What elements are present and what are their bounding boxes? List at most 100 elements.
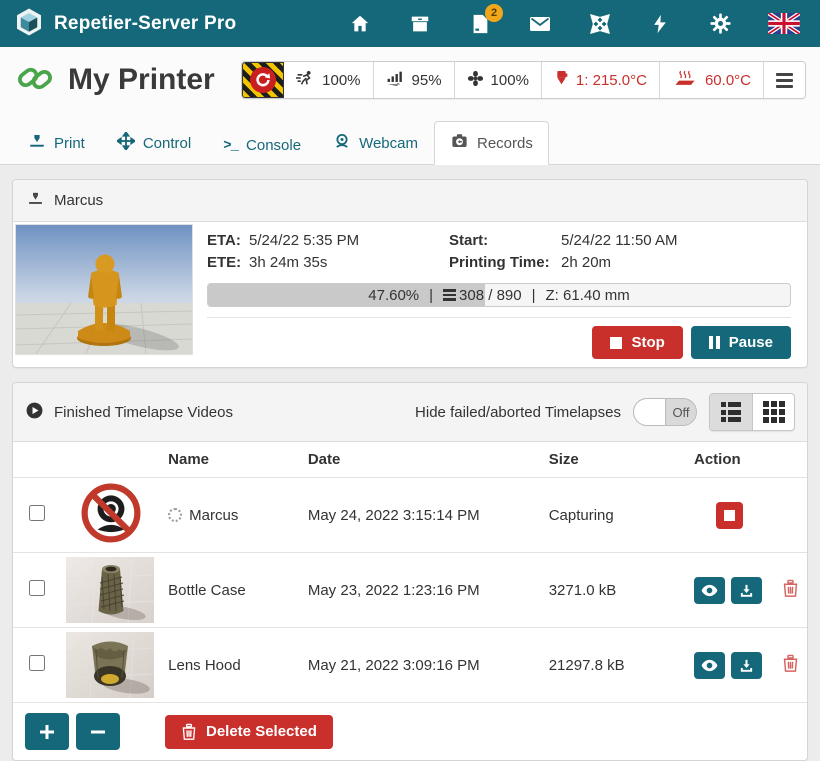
trash-icon — [782, 654, 799, 673]
date-column-header: Date — [302, 442, 543, 478]
flow-icon — [386, 70, 405, 90]
fan-button[interactable]: 100% — [455, 62, 542, 98]
tab-print[interactable]: Print — [12, 121, 101, 165]
thumb-column-header — [60, 442, 162, 478]
emergency-stop-icon — [250, 67, 276, 93]
top-navbar: Repetier-Server Pro 2 — [0, 0, 820, 47]
print-progress-text: 47.60% | 308 / 890 | Z: 61.40 mm — [208, 284, 790, 306]
tab-webcam[interactable]: Webcam — [317, 121, 434, 165]
flow-multiplier-button[interactable]: 95% — [374, 62, 455, 98]
pause-print-button[interactable]: Pause — [691, 326, 791, 359]
download-icon — [739, 583, 754, 598]
download-video-button[interactable] — [731, 577, 762, 604]
messages-icon[interactable] — [528, 12, 552, 36]
layers-icon — [443, 289, 456, 301]
delete-video-button[interactable] — [780, 652, 801, 678]
delete-selected-label: Delete Selected — [206, 723, 317, 740]
name-column-header: Name — [162, 442, 302, 478]
bed-temp-button[interactable]: 60.0°C — [660, 62, 764, 98]
video-thumbnail[interactable] — [66, 557, 154, 623]
video-name: Lens Hood — [168, 657, 241, 674]
select-all-button[interactable] — [25, 713, 69, 750]
expand-icon[interactable] — [588, 12, 612, 36]
tab-console[interactable]: >_ Console — [207, 126, 317, 165]
print-stats: ETA: 5/24/22 5:35 PM Start: 5/24/22 11:5… — [207, 232, 791, 271]
stop-recording-button[interactable] — [716, 502, 743, 529]
table-header-row: Name Date Size Action — [13, 442, 807, 478]
video-thumbnail[interactable] — [66, 632, 154, 698]
plus-icon — [39, 724, 55, 740]
records-tab-icon — [450, 132, 469, 154]
eta-value: 5/24/22 5:35 PM — [249, 232, 449, 249]
deselect-all-button[interactable] — [76, 713, 120, 750]
heated-bed-icon — [672, 69, 698, 91]
video-size: 3271.0 kB — [543, 553, 688, 628]
list-view-button[interactable] — [710, 394, 752, 430]
progress-z: Z: 61.40 mm — [546, 287, 630, 304]
fan-icon — [467, 70, 484, 91]
hide-failed-toggle[interactable]: Off — [633, 398, 697, 426]
tab-control-label: Control — [143, 135, 191, 152]
capturing-spinner-icon — [168, 508, 182, 522]
printer-menu-button[interactable] — [764, 62, 805, 98]
eye-icon — [701, 659, 718, 672]
view-video-button[interactable] — [694, 577, 725, 604]
app-title: Repetier-Server Pro — [54, 13, 236, 35]
extruder-icon — [554, 70, 569, 91]
trash-icon — [782, 579, 799, 598]
timelapse-table: Name Date Size Action — [13, 442, 807, 703]
row-checkbox[interactable] — [29, 655, 45, 671]
grid-view-button[interactable] — [752, 394, 794, 430]
current-print-body: ETA: 5/24/22 5:35 PM Start: 5/24/22 11:5… — [13, 222, 807, 367]
connection-link-icon[interactable] — [14, 57, 56, 103]
view-video-button[interactable] — [694, 652, 725, 679]
current-print-header: Marcus — [13, 180, 807, 222]
storage-box-icon[interactable] — [408, 12, 432, 36]
settings-gear-icon[interactable] — [708, 12, 732, 36]
delete-video-button[interactable] — [780, 577, 801, 603]
download-video-button[interactable] — [731, 652, 762, 679]
tab-records[interactable]: Records — [434, 121, 549, 165]
job-actions: Stop Pause — [207, 326, 791, 359]
ete-value: 3h 24m 35s — [249, 254, 449, 271]
play-circle-icon — [25, 401, 44, 424]
console-tab-icon: >_ — [223, 138, 238, 154]
row-checkbox[interactable] — [29, 505, 45, 521]
progress-layers: 308 / 890 — [443, 287, 522, 304]
print-job-name: Marcus — [54, 192, 103, 209]
power-actions-icon[interactable] — [648, 12, 672, 36]
video-name: Marcus — [189, 507, 238, 524]
row-actions — [694, 652, 801, 679]
layers-value: 308 / 890 — [459, 287, 522, 304]
list-view-icon — [721, 402, 742, 422]
queue-count-badge: 2 — [485, 4, 503, 22]
emergency-stop-button[interactable] — [242, 62, 284, 98]
extruder-temp-button[interactable]: 1: 215.0°C — [542, 62, 660, 98]
speed-multiplier-button[interactable]: 100% — [284, 62, 373, 98]
select-column-header — [13, 442, 60, 478]
job-divider — [207, 317, 791, 318]
stop-icon — [610, 337, 622, 349]
progress-separator-2: | — [532, 287, 536, 304]
download-icon — [739, 658, 754, 673]
tab-console-label: Console — [246, 137, 301, 154]
repetier-logo-icon — [14, 7, 44, 41]
language-flag-icon[interactable] — [768, 12, 800, 36]
webcam-tab-icon — [333, 132, 351, 154]
table-row: Lens Hood May 21, 2022 3:09:16 PM 21297.… — [13, 628, 807, 703]
video-name: Bottle Case — [168, 582, 246, 599]
row-checkbox[interactable] — [29, 580, 45, 596]
navbar-menu: 2 — [348, 12, 806, 36]
table-row: Bottle Case May 23, 2022 1:23:16 PM 3271… — [13, 553, 807, 628]
print-preview-image[interactable] — [15, 224, 193, 355]
stop-print-button[interactable]: Stop — [592, 326, 682, 359]
tab-print-label: Print — [54, 135, 85, 152]
home-icon[interactable] — [348, 12, 372, 36]
brand-link[interactable]: Repetier-Server Pro — [14, 7, 236, 41]
print-queue-icon[interactable]: 2 — [468, 12, 492, 36]
tab-control[interactable]: Control — [101, 121, 207, 165]
toggle-state-label: Off — [666, 399, 696, 425]
tab-webcam-label: Webcam — [359, 135, 418, 152]
no-webcam-icon — [80, 531, 142, 548]
delete-selected-button[interactable]: Delete Selected — [165, 715, 333, 749]
